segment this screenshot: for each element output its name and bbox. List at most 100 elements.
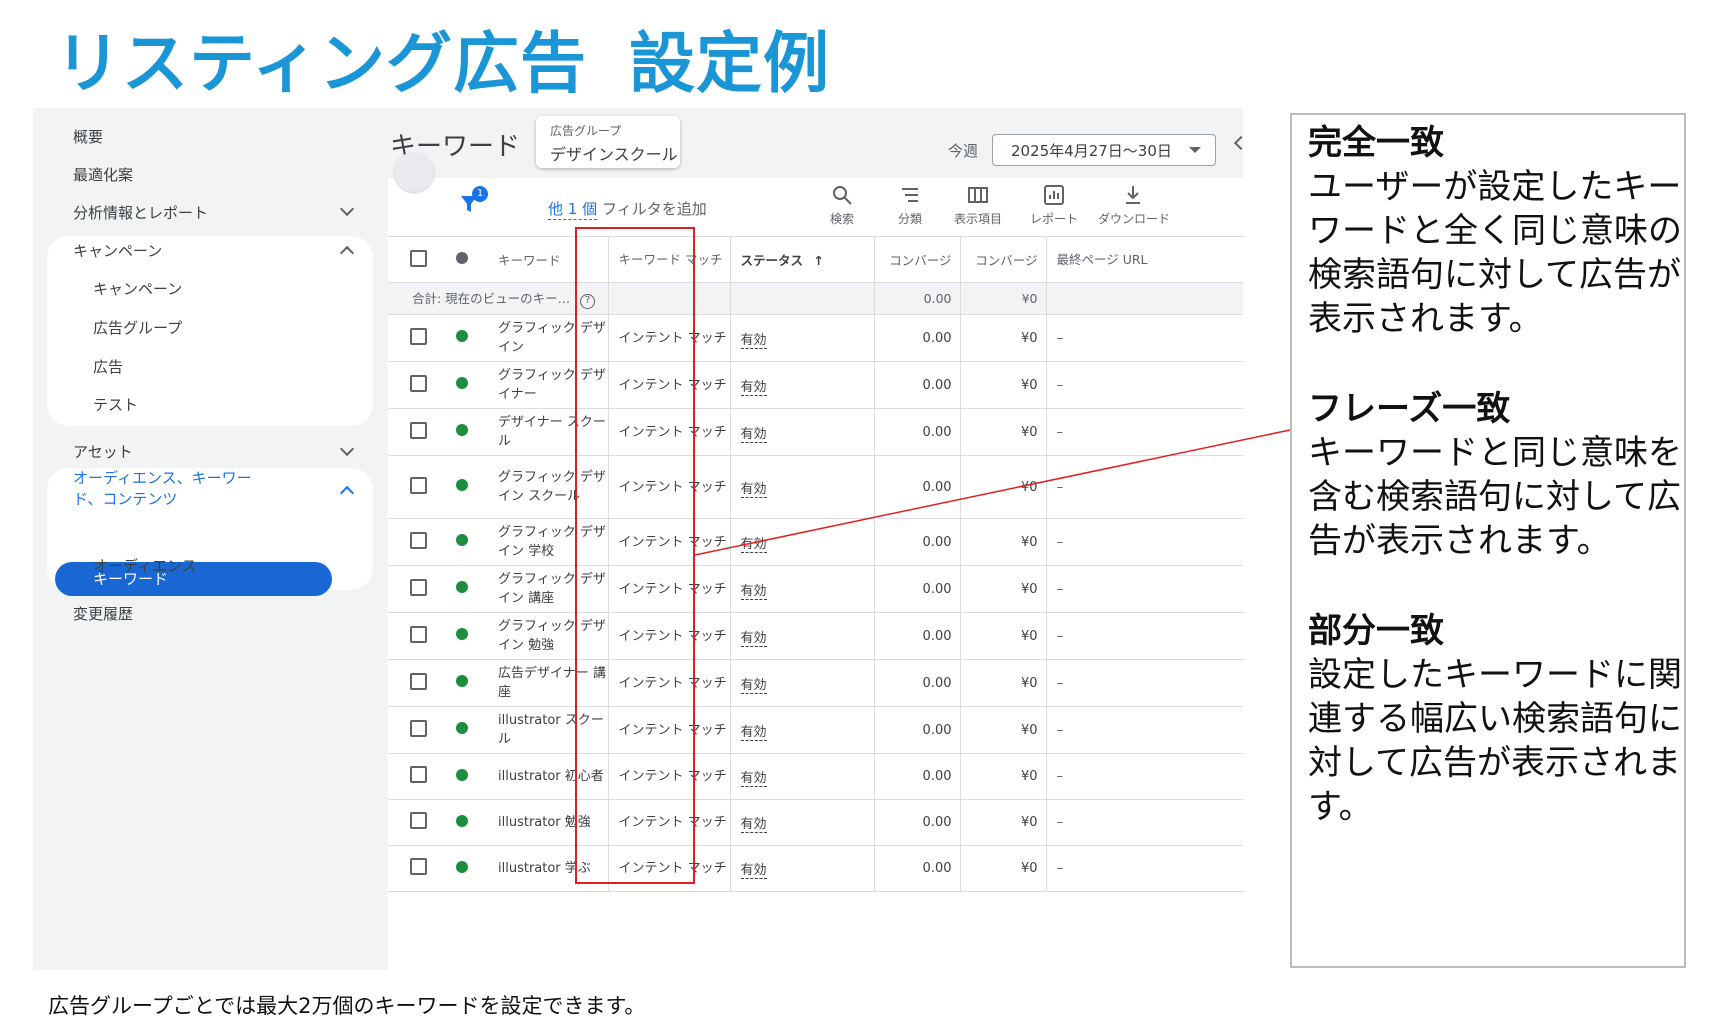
table-row[interactable]: グラフィック デザイナー インテント マッチ 有効 0.00 ¥0–	[388, 361, 1243, 409]
conversion-value-cell: ¥0	[960, 753, 1047, 800]
conversions-cell: 0.00	[874, 565, 961, 613]
week-label: 今週	[948, 142, 979, 160]
nav-insights-reports[interactable]: 分析情報とレポート	[73, 202, 353, 223]
row-checkbox[interactable]	[410, 672, 427, 690]
final-url-cell: –	[1046, 659, 1243, 707]
row-checkbox[interactable]	[410, 531, 427, 549]
match-type-explanation: 完全一致 ユーザーが設定したキーワードと全く同じ意味の検索語句に対して広告が表示…	[1290, 113, 1686, 968]
table-row[interactable]: illustrator 学ぶ インテント マッチ 有効 0.00 ¥0–	[388, 845, 1243, 892]
keywords-table: キーワード キーワード マッチ ステータス ↑ コンバージ コンバージ 最終ペー…	[388, 236, 1243, 892]
headline-sub: 設定例	[629, 25, 831, 102]
nav-ad-groups[interactable]: 広告グループ	[93, 317, 182, 338]
other-filters-link[interactable]: 他 1 個	[548, 198, 598, 220]
status-cell[interactable]: 有効	[740, 379, 767, 396]
status-cell[interactable]: 有効	[740, 863, 767, 879]
nav-change-history[interactable]: 変更履歴	[73, 603, 133, 624]
total-label-text: 合計: 現在のビューのキー…	[412, 291, 571, 306]
chevron-left-icon[interactable]	[1233, 135, 1243, 151]
conversion-value-cell: ¥0	[960, 659, 1047, 707]
row-checkbox[interactable]	[410, 858, 427, 875]
nav-assets[interactable]: アセット	[73, 441, 133, 462]
download-tool[interactable]: ダウンロード	[1098, 184, 1168, 227]
table-row[interactable]: illustrator スクール インテント マッチ 有効 0.00 ¥0–	[388, 706, 1243, 754]
date-range-picker[interactable]: 2025年4月27日〜30日	[992, 134, 1216, 166]
final-url-cell: –	[1046, 361, 1243, 409]
row-checkbox[interactable]	[410, 812, 427, 829]
status-cell[interactable]: 有効	[740, 536, 767, 553]
reports-tool[interactable]: レポート	[1014, 184, 1094, 227]
row-checkbox[interactable]	[410, 578, 427, 596]
status-dot-icon	[456, 814, 468, 827]
headline-main: リスティング広告	[55, 25, 588, 102]
search-icon	[833, 186, 852, 205]
nav-recommendations[interactable]: 最適化案	[73, 164, 133, 185]
row-checkbox[interactable]	[410, 766, 427, 783]
table-row[interactable]: グラフィック デザイン 講座 インテント マッチ 有効 0.00 ¥0–	[388, 565, 1243, 613]
final-url-cell: –	[1046, 518, 1243, 566]
nav-ads[interactable]: 広告	[93, 356, 123, 377]
header-conversion-value[interactable]: コンバージ	[960, 236, 1047, 283]
segment-icon	[902, 188, 918, 202]
topbar: キーワード 広告グループ デザインスクール 今週 2025年4月27日〜30日	[388, 108, 1243, 178]
table-row[interactable]: illustrator 初心者 インテント マッチ 有効 0.00 ¥0–	[388, 753, 1243, 800]
status-dot-icon	[456, 581, 468, 593]
conversion-value-cell: ¥0	[960, 565, 1047, 613]
table-row[interactable]: 広告デザイナー 講座 インテント マッチ 有効 0.00 ¥0–	[388, 659, 1243, 707]
table-row[interactable]: グラフィック デザイン スクール インテント マッチ 有効 0.00 ¥0–	[388, 455, 1243, 519]
final-url-cell: –	[1046, 455, 1243, 519]
columns-tool-label: 表示項目	[953, 212, 1002, 226]
status-cell[interactable]: 有効	[740, 332, 767, 349]
row-checkbox[interactable]	[410, 421, 427, 439]
status-cell[interactable]: 有効	[740, 771, 767, 787]
table-row[interactable]: デザイナー スクール インテント マッチ 有効 0.00 ¥0–	[388, 408, 1243, 456]
row-checkbox[interactable]	[410, 327, 427, 345]
row-checkbox[interactable]	[410, 625, 427, 643]
status-cell[interactable]: 有効	[740, 426, 767, 443]
nav-campaigns[interactable]: キャンペーン	[93, 278, 182, 299]
nav-audience-keywords-content[interactable]: オーディエンス、キーワード、コンテンツ	[73, 468, 263, 510]
status-cell[interactable]: 有効	[740, 724, 767, 741]
footer-note: 広告グループごとでは最大2万個のキーワードを設定できます。	[48, 994, 646, 1018]
final-url-cell: –	[1046, 612, 1243, 660]
status-cell[interactable]: 有効	[740, 677, 767, 694]
table-row[interactable]: illustrator 勉強 インテント マッチ 有効 0.00 ¥0–	[388, 799, 1243, 846]
header-conversions[interactable]: コンバージ	[874, 236, 961, 283]
chevron-down-icon[interactable]	[339, 441, 355, 457]
conversion-value-cell: ¥0	[960, 361, 1047, 409]
nav-overview[interactable]: 概要	[73, 126, 103, 147]
conversion-value-cell: ¥0	[960, 845, 1047, 892]
table-row[interactable]: グラフィック デザイン 学校 インテント マッチ 有効 0.00 ¥0–	[388, 518, 1243, 566]
nav-audiences[interactable]: オーディエンス	[93, 555, 197, 576]
header-status-label: ステータス	[740, 253, 804, 268]
final-url-cell: –	[1046, 314, 1243, 362]
adgroup-selector[interactable]: 広告グループ デザインスクール	[536, 116, 680, 168]
row-checkbox[interactable]	[410, 719, 427, 737]
slide: リスティング広告 設定例 概要 最適化案 分析情報とレポート キャンペーン キャン…	[0, 0, 1719, 1035]
status-cell[interactable]: 有効	[740, 817, 767, 833]
download-icon	[1126, 186, 1140, 204]
final-url-cell: –	[1046, 799, 1243, 846]
status-cell[interactable]: 有効	[740, 630, 767, 647]
select-all-checkbox[interactable]	[410, 249, 427, 267]
final-url-cell: –	[1046, 565, 1243, 613]
nav-experiments[interactable]: テスト	[93, 394, 138, 415]
header-final-url[interactable]: 最終ページ URL	[1046, 236, 1243, 283]
row-checkbox[interactable]	[410, 476, 427, 494]
caret-down-icon	[1189, 147, 1201, 153]
header-status[interactable]: ステータス ↑	[730, 236, 875, 283]
status-cell[interactable]: 有効	[740, 481, 767, 498]
status-dot-icon	[456, 722, 468, 734]
columns-tool[interactable]: 表示項目	[938, 184, 1018, 227]
phrase-match-title: フレーズ一致	[1308, 389, 1511, 429]
conversions-cell: 0.00	[874, 799, 961, 846]
status-cell[interactable]: 有効	[740, 583, 767, 600]
conversions-cell: 0.00	[874, 408, 961, 456]
status-dot-icon	[456, 768, 468, 781]
status-dot-icon	[456, 479, 468, 491]
nav-campaigns-group[interactable]: キャンペーン	[73, 240, 162, 261]
table-row[interactable]: グラフィック デザイン インテント マッチ 有効 0.00 ¥0–	[388, 314, 1243, 362]
conversions-cell: 0.00	[874, 361, 961, 409]
table-row[interactable]: グラフィック デザイン 勉強 インテント マッチ 有効 0.00 ¥0–	[388, 612, 1243, 660]
add-filter-button[interactable]: フィルタを追加	[602, 198, 707, 219]
row-checkbox[interactable]	[410, 374, 427, 392]
